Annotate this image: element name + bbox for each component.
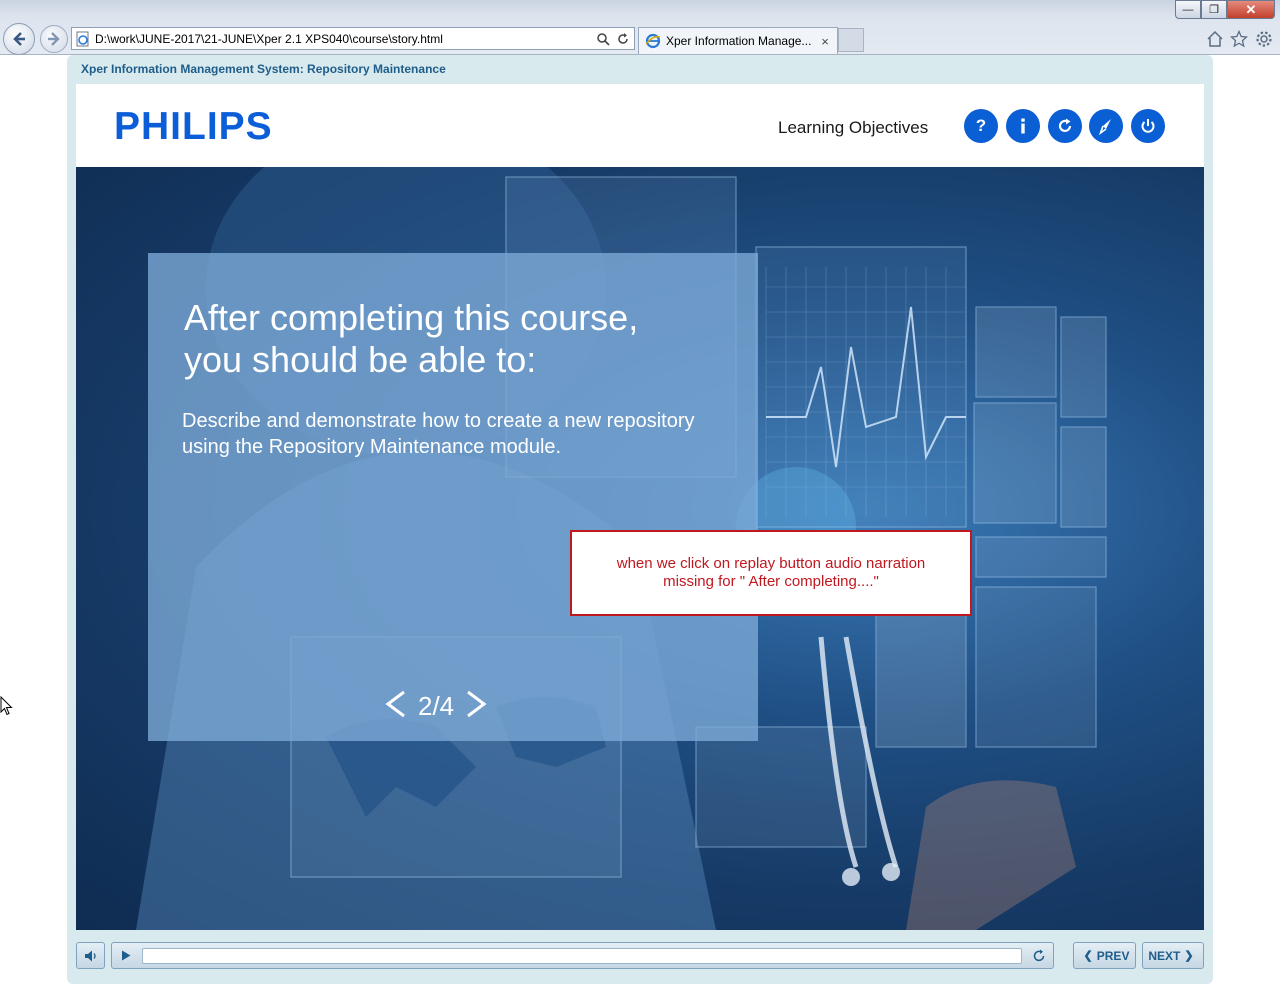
refresh-icon [618, 32, 628, 44]
address-bar[interactable]: D:\work\JUNE-2017\21-JUNE\Xper 2.1 XPS04… [71, 27, 635, 50]
power-icon [1141, 119, 1155, 133]
address-text[interactable]: D:\work\JUNE-2017\21-JUNE\Xper 2.1 XPS04… [95, 32, 594, 46]
review-note-callout: when we click on replay button audio nar… [570, 530, 972, 616]
back-arrow-icon [13, 32, 25, 46]
chevron-right-icon: ❯ [1184, 950, 1194, 962]
glossary-button[interactable] [1089, 109, 1123, 143]
chevron-left-icon: ❮ [1083, 950, 1093, 962]
objective-text: Describe and demonstrate how to create a… [182, 410, 695, 458]
tab-close-button[interactable]: × [817, 34, 833, 49]
page-icon [76, 31, 89, 46]
volume-button[interactable] [76, 942, 105, 969]
maximize-button[interactable]: ❐ [1201, 0, 1227, 19]
prev-label: PREV [1096, 948, 1130, 963]
player-controls: ❮ PREV NEXT ❯ [76, 930, 1204, 984]
refresh-button[interactable] [614, 30, 632, 48]
play-icon [122, 950, 131, 961]
exit-button[interactable] [1131, 109, 1165, 143]
home-icon[interactable] [1206, 30, 1224, 48]
review-note-text: when we click on replay button audio nar… [616, 555, 926, 590]
course-player: Xper Information Management System: Repo… [67, 55, 1213, 984]
back-button[interactable] [3, 23, 35, 55]
next-button[interactable]: NEXT ❯ [1142, 942, 1204, 969]
next-label: NEXT [1148, 948, 1181, 963]
page-counter: 2/4 [418, 691, 455, 721]
pager-next-button[interactable] [464, 689, 490, 724]
compass-icon [1098, 119, 1111, 135]
section-title: Learning Objectives [778, 118, 929, 137]
slide-heading: After completing this course, you should… [184, 297, 639, 380]
speaker-icon [84, 950, 96, 961]
replay-icon [1058, 118, 1072, 132]
search-dropdown-button[interactable] [594, 30, 612, 48]
chevron-left-icon [385, 690, 405, 718]
objectives-panel: After completing this course, you should… [148, 253, 758, 741]
slide-stage: After completing this course, you should… [76, 167, 1204, 930]
course-header: PHILIPS Learning Objectives ? [76, 84, 1204, 167]
seek-bar [111, 942, 1054, 969]
minimize-button[interactable]: — [1175, 0, 1201, 19]
play-button[interactable] [114, 946, 138, 965]
replay-icon [1033, 949, 1045, 962]
chevron-right-icon [467, 690, 487, 718]
replay-button[interactable] [1048, 109, 1082, 143]
new-tab-button[interactable] [838, 28, 864, 52]
browser-chrome: D:\work\JUNE-2017\21-JUNE\Xper 2.1 XPS04… [0, 0, 1280, 55]
forward-arrow-icon [48, 32, 60, 46]
pager-prev-button[interactable] [382, 689, 408, 724]
prev-button[interactable]: ❮ PREV [1073, 942, 1136, 969]
favorites-star-icon[interactable] [1229, 29, 1249, 48]
seek-replay-button[interactable] [1029, 946, 1049, 966]
course-title: Xper Information Management System: Repo… [81, 62, 446, 76]
forward-button[interactable] [40, 25, 68, 53]
info-icon [1021, 118, 1025, 134]
ie-icon [645, 33, 661, 49]
close-window-button[interactable]: ✕ [1227, 0, 1275, 19]
info-button[interactable] [1006, 109, 1040, 143]
philips-logo: PHILIPS [114, 105, 273, 148]
browser-tab[interactable]: Xper Information Manage... × [638, 27, 838, 54]
search-icon [597, 32, 610, 46]
mouse-cursor-icon [0, 696, 13, 716]
tab-title: Xper Information Manage... [666, 34, 812, 48]
gear-icon[interactable] [1255, 30, 1273, 48]
slide-pager: 2/4 [382, 689, 490, 724]
seek-track[interactable] [142, 948, 1022, 964]
help-button[interactable]: ? [964, 109, 998, 143]
